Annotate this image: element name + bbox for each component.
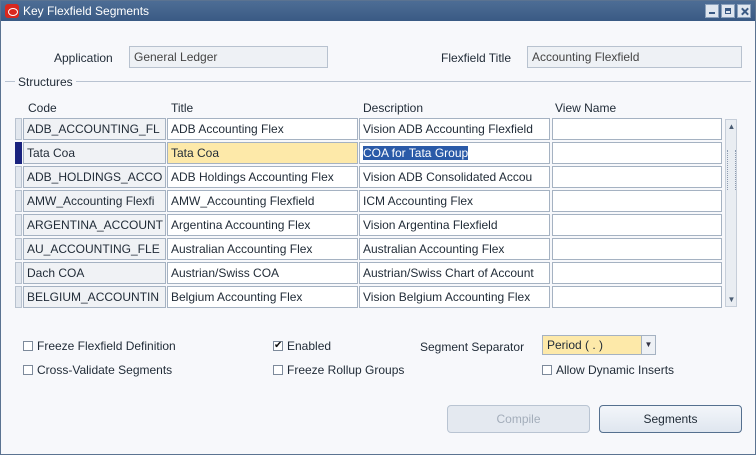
- checkbox-box[interactable]: [23, 341, 33, 351]
- description-cell[interactable]: Vision Argentina Flexfield: [359, 214, 550, 236]
- description-cell[interactable]: COA for Tata Group: [359, 142, 550, 164]
- column-header-view-name: View Name: [555, 101, 617, 115]
- scroll-thumb[interactable]: [727, 150, 736, 190]
- row-indicator[interactable]: [15, 166, 22, 188]
- segment-separator-value: Period ( . ): [547, 338, 604, 352]
- chevron-down-icon[interactable]: ▼: [641, 336, 655, 354]
- view-name-cell[interactable]: [552, 262, 722, 284]
- cross-validate-segments-checkbox[interactable]: Cross-Validate Segments: [23, 363, 172, 377]
- row-indicator[interactable]: [15, 190, 22, 212]
- view-name-cell[interactable]: [552, 166, 722, 188]
- view-name-cell[interactable]: [552, 214, 722, 236]
- checkbox-label: Freeze Rollup Groups: [287, 363, 405, 377]
- enabled-checkbox[interactable]: Enabled: [273, 339, 331, 353]
- structures-scrollbar[interactable]: ▲ ▼: [725, 119, 737, 307]
- row-indicator[interactable]: [15, 118, 22, 140]
- view-name-cell[interactable]: [552, 118, 722, 140]
- description-cell[interactable]: Vision ADB Accounting Flexfield: [359, 118, 550, 140]
- description-cell[interactable]: Austrian/Swiss Chart of Account: [359, 262, 550, 284]
- structures-group-divider: [5, 81, 751, 82]
- code-cell[interactable]: AMW_Accounting Flexfi: [23, 190, 166, 212]
- maximize-icon[interactable]: [721, 4, 735, 18]
- title-cell[interactable]: Belgium Accounting Flex: [167, 286, 358, 308]
- title-cell[interactable]: AMW_Accounting Flexfield: [167, 190, 358, 212]
- title-cell[interactable]: Australian Accounting Flex: [167, 238, 358, 260]
- description-cell[interactable]: Vision Belgium Accounting Flex: [359, 286, 550, 308]
- title-cell-active[interactable]: Tata Coa: [167, 142, 358, 164]
- scroll-up-icon[interactable]: ▲: [727, 122, 736, 131]
- segments-button[interactable]: Segments: [599, 405, 742, 433]
- checkbox-box-checked[interactable]: [273, 341, 283, 351]
- description-cell[interactable]: Vision ADB Consolidated Accou: [359, 166, 550, 188]
- checkbox-label: Enabled: [287, 339, 332, 353]
- title-cell[interactable]: Argentina Accounting Flex: [167, 214, 358, 236]
- description-cell[interactable]: ICM Accounting Flex: [359, 190, 550, 212]
- checkbox-box[interactable]: [23, 365, 33, 375]
- row-indicator[interactable]: [15, 286, 22, 308]
- application-field[interactable]: General Ledger: [129, 46, 328, 68]
- segment-separator-label: Segment Separator: [420, 340, 525, 354]
- checkbox-label: Cross-Validate Segments: [37, 363, 173, 377]
- row-indicator[interactable]: [15, 262, 22, 284]
- description-cell[interactable]: Australian Accounting Flex: [359, 238, 550, 260]
- row-indicator[interactable]: [15, 238, 22, 260]
- code-cell[interactable]: Tata Coa: [23, 142, 166, 164]
- freeze-rollup-groups-checkbox[interactable]: Freeze Rollup Groups: [273, 363, 404, 377]
- row-indicator-current[interactable]: [15, 142, 22, 164]
- row-indicator[interactable]: [15, 214, 22, 236]
- scroll-down-icon[interactable]: ▼: [727, 295, 736, 304]
- allow-dynamic-inserts-checkbox[interactable]: Allow Dynamic Inserts: [542, 363, 674, 377]
- code-cell[interactable]: ARGENTINA_ACCOUNT: [23, 214, 166, 236]
- column-header-description: Description: [363, 101, 424, 115]
- structures-group-title: Structures: [15, 75, 76, 89]
- checkbox-box[interactable]: [542, 365, 552, 375]
- code-cell[interactable]: ADB_ACCOUNTING_FL: [23, 118, 166, 140]
- code-cell[interactable]: AU_ACCOUNTING_FLE: [23, 238, 166, 260]
- segment-separator-select[interactable]: Period ( . ) ▼: [542, 335, 656, 355]
- view-name-cell[interactable]: [552, 142, 722, 164]
- freeze-flexfield-definition-checkbox[interactable]: Freeze Flexfield Definition: [23, 339, 176, 353]
- oracle-app-icon: [5, 4, 19, 18]
- key-flexfield-segments-window: Key Flexfield Segments Application Gener…: [0, 0, 756, 455]
- selected-description-text[interactable]: COA for Tata Group: [363, 146, 469, 160]
- compile-button[interactable]: Compile: [447, 405, 590, 433]
- checkbox-label: Allow Dynamic Inserts: [556, 363, 675, 377]
- view-name-cell[interactable]: [552, 286, 722, 308]
- minimize-icon[interactable]: [705, 4, 719, 18]
- column-header-title: Title: [171, 101, 194, 115]
- window-controls: [705, 4, 751, 18]
- view-name-cell[interactable]: [552, 190, 722, 212]
- view-name-cell[interactable]: [552, 238, 722, 260]
- flexfield-title-label: Flexfield Title: [441, 51, 512, 65]
- title-cell[interactable]: Austrian/Swiss COA: [167, 262, 358, 284]
- checkbox-box[interactable]: [273, 365, 283, 375]
- code-cell[interactable]: Dach COA: [23, 262, 166, 284]
- application-label: Application: [54, 51, 113, 65]
- column-header-code: Code: [28, 101, 57, 115]
- title-cell[interactable]: ADB Accounting Flex: [167, 118, 358, 140]
- window-title: Key Flexfield Segments: [23, 4, 150, 18]
- checkbox-label: Freeze Flexfield Definition: [37, 339, 176, 353]
- close-icon[interactable]: [737, 4, 751, 18]
- title-bar: Key Flexfield Segments: [1, 1, 755, 21]
- flexfield-title-field[interactable]: Accounting Flexfield: [527, 46, 742, 68]
- code-cell[interactable]: ADB_HOLDINGS_ACCO: [23, 166, 166, 188]
- code-cell[interactable]: BELGIUM_ACCOUNTIN: [23, 286, 166, 308]
- title-cell[interactable]: ADB Holdings Accounting Flex: [167, 166, 358, 188]
